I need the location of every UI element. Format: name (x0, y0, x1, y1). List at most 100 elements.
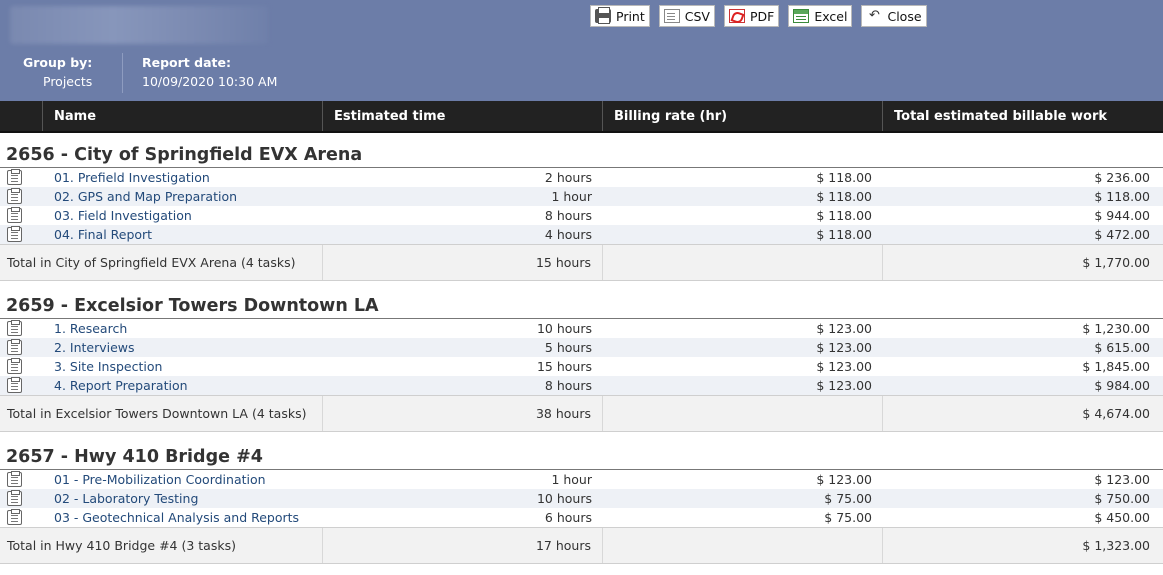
blurred-report-title (10, 6, 268, 44)
group-total-rate (603, 528, 883, 563)
group-total-label: Total in City of Springfield EVX Arena (… (0, 245, 323, 280)
task-estimated-time: 8 hours (544, 208, 592, 223)
clipboard-icon[interactable] (7, 226, 22, 242)
column-header-icon (0, 101, 43, 131)
task-billing-rate: $ 75.00 (824, 491, 872, 506)
task-billing-rate: $ 123.00 (816, 321, 872, 336)
project-title: 2657 - Hwy 410 Bridge #4 (0, 442, 1163, 470)
task-billing-rate: $ 75.00 (824, 510, 872, 525)
task-row: 01. Prefield Investigation 2 hours $ 118.0… (0, 168, 1163, 187)
clipboard-icon[interactable] (7, 339, 22, 355)
task-name-link[interactable]: 02 - Laboratory Testing (43, 489, 323, 508)
csv-label: CSV (684, 8, 710, 24)
group-total-row: Total in City of Springfield EVX Arena (… (0, 244, 1163, 281)
task-estimated-time: 10 hours (536, 491, 592, 506)
task-list: 01. Prefield Investigation 2 hours $ 118.0… (0, 168, 1163, 244)
task-name-link[interactable]: 1. Research (43, 319, 323, 338)
task-icon-cell (0, 470, 43, 489)
task-row: 02. GPS and Map Preparation 1 hour $ 118.0… (0, 187, 1163, 206)
task-billing-rate: $ 123.00 (816, 472, 872, 487)
task-total-billable: $ 750.00 (1094, 491, 1150, 506)
clipboard-icon[interactable] (7, 207, 22, 223)
task-icon-cell (0, 168, 43, 187)
task-name-link[interactable]: 01 - Pre-Mobilization Coordination (43, 470, 323, 489)
task-total-billable: $ 118.00 (1094, 189, 1150, 204)
task-billing-rate: $ 118.00 (816, 189, 872, 204)
column-header-name[interactable]: Name (43, 101, 323, 131)
task-total-billable: $ 944.00 (1094, 208, 1150, 223)
report-date: Report date: 10/09/2020 10:30 AM (142, 55, 277, 89)
clipboard-icon[interactable] (7, 358, 22, 374)
task-estimated-time: 15 hours (536, 359, 592, 374)
group-total-billable: $ 1,323.00 (1082, 538, 1150, 553)
print-label: Print (616, 8, 645, 24)
task-row: 3. Site Inspection 15 hours $ 123.00 $ 1,84… (0, 357, 1163, 376)
task-estimated-time: 1 hour (551, 472, 592, 487)
column-header-total-billable[interactable]: Total estimated billable work (883, 101, 1163, 131)
task-name-link[interactable]: 01. Prefield Investigation (43, 168, 323, 187)
task-total-billable: $ 1,230.00 (1082, 321, 1150, 336)
task-total-billable: $ 450.00 (1094, 510, 1150, 525)
task-list: 1. Research 10 hours $ 123.00 $ 1,230.00 2. … (0, 319, 1163, 395)
task-estimated-time: 5 hours (544, 340, 592, 355)
report-header: Print CSV PDF Excel ↶ Close Group by: Pr… (0, 0, 1163, 101)
task-name-link[interactable]: 02. GPS and Map Preparation (43, 187, 323, 206)
group-total-rate (603, 396, 883, 431)
task-name-link[interactable]: 3. Site Inspection (43, 357, 323, 376)
clipboard-icon[interactable] (7, 471, 22, 487)
print-button[interactable]: Print (590, 5, 650, 27)
task-name-link[interactable]: 04. Final Report (43, 225, 323, 244)
task-name-link[interactable]: 03. Field Investigation (43, 206, 323, 225)
task-name-link[interactable]: 2. Interviews (43, 338, 323, 357)
group-total-label: Total in Hwy 410 Bridge #4 (3 tasks) (0, 528, 323, 563)
task-icon-cell (0, 338, 43, 357)
group-total-row: Total in Excelsior Towers Downtown LA (4… (0, 395, 1163, 432)
clipboard-icon[interactable] (7, 377, 22, 393)
task-name-link[interactable]: 4. Report Preparation (43, 376, 323, 395)
printer-icon (595, 7, 611, 24)
report-date-label: Report date: (142, 55, 231, 70)
task-estimated-time: 4 hours (544, 227, 592, 242)
group-total-rate (603, 245, 883, 280)
excel-button[interactable]: Excel (788, 5, 853, 27)
task-estimated-time: 10 hours (536, 321, 592, 336)
column-header-billing-rate[interactable]: Billing rate (hr) (603, 101, 883, 131)
csv-button[interactable]: CSV (658, 5, 715, 27)
task-total-billable: $ 615.00 (1094, 340, 1150, 355)
task-icon-cell (0, 376, 43, 395)
clipboard-icon[interactable] (7, 320, 22, 336)
task-billing-rate: $ 118.00 (816, 208, 872, 223)
column-header-row: Name Estimated time Billing rate (hr) To… (0, 101, 1163, 133)
group-total-estimated-time: 38 hours (323, 396, 603, 431)
clipboard-icon[interactable] (7, 509, 22, 525)
group-total-estimated-time: 17 hours (323, 528, 603, 563)
close-label: Close (887, 8, 922, 24)
task-total-billable: $ 236.00 (1094, 170, 1150, 185)
task-row: 1. Research 10 hours $ 123.00 $ 1,230.00 (0, 319, 1163, 338)
project-group: 2656 - City of Springfield EVX Arena 01. … (0, 140, 1163, 281)
task-estimated-time: 6 hours (544, 510, 592, 525)
task-billing-rate: $ 123.00 (816, 340, 872, 355)
column-header-estimated-time[interactable]: Estimated time (323, 101, 603, 131)
clipboard-icon[interactable] (7, 188, 22, 204)
group-total-label: Total in Excelsior Towers Downtown LA (4… (0, 396, 323, 431)
clipboard-icon[interactable] (7, 169, 22, 185)
task-row: 4. Report Preparation 8 hours $ 123.00 $ 98… (0, 376, 1163, 395)
task-row: 2. Interviews 5 hours $ 123.00 $ 615.00 (0, 338, 1163, 357)
excel-label: Excel (814, 8, 848, 24)
pdf-button[interactable]: PDF (723, 5, 780, 27)
task-billing-rate: $ 123.00 (816, 359, 872, 374)
task-icon-cell (0, 319, 43, 338)
task-row: 03. Field Investigation 8 hours $ 118.00 $ … (0, 206, 1163, 225)
group-by: Group by: Projects (23, 55, 92, 89)
task-icon-cell (0, 357, 43, 376)
spreadsheet-icon (793, 9, 810, 23)
task-icon-cell (0, 225, 43, 244)
report-body: 2656 - City of Springfield EVX Arena 01. … (0, 140, 1163, 574)
task-row: 04. Final Report 4 hours $ 118.00 $ 472.00 (0, 225, 1163, 244)
task-billing-rate: $ 123.00 (816, 378, 872, 393)
clipboard-icon[interactable] (7, 490, 22, 506)
close-button[interactable]: ↶ Close (861, 5, 927, 27)
task-estimated-time: 8 hours (544, 378, 592, 393)
task-name-link[interactable]: 03 - Geotechnical Analysis and Reports (43, 508, 323, 527)
